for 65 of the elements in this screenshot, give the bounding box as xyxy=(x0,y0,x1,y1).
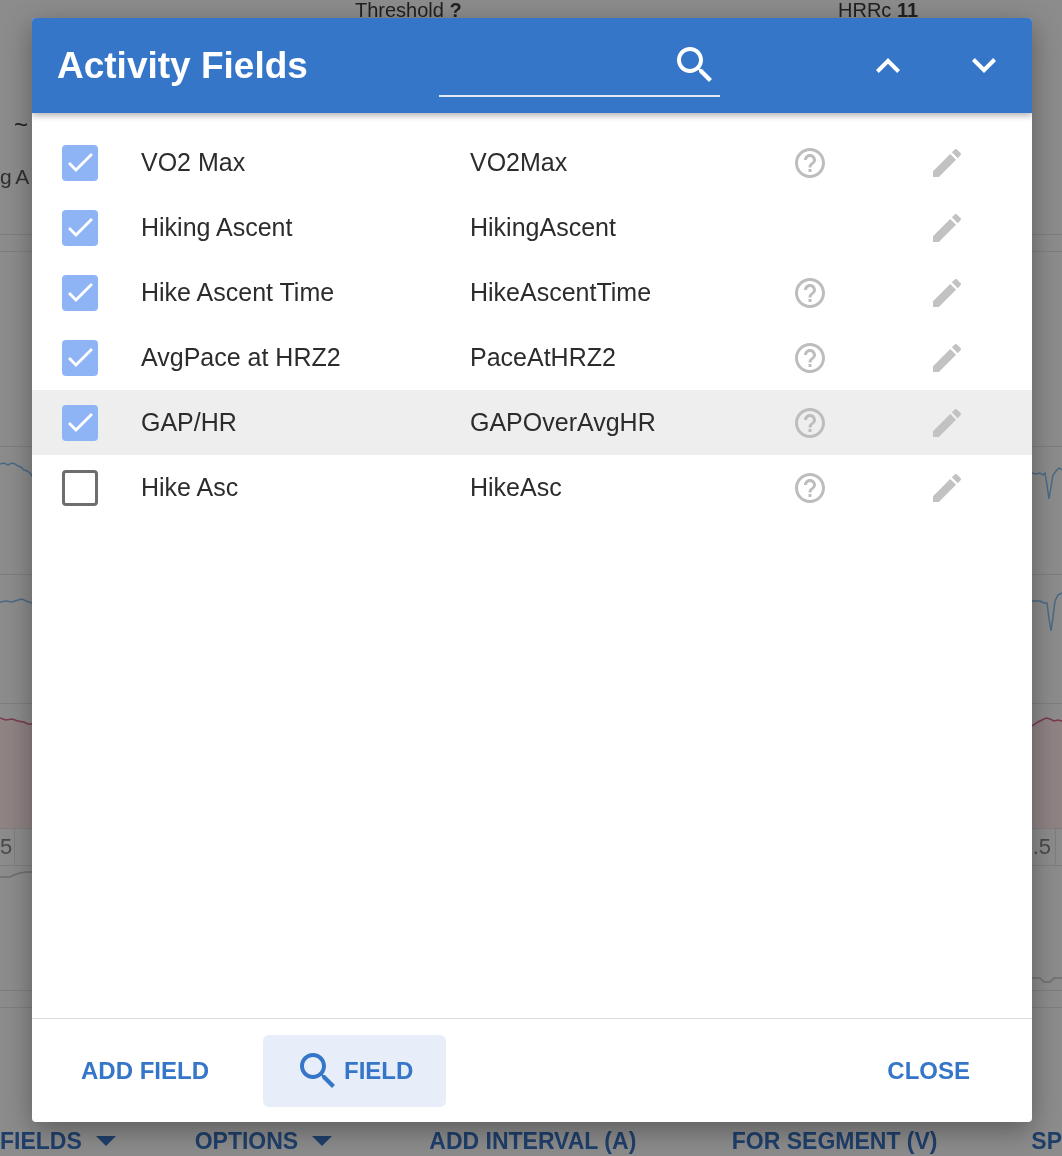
field-row[interactable]: GAP/HR GAPOverAvgHR xyxy=(32,390,1032,455)
help-icon[interactable] xyxy=(795,407,825,438)
field-name: GAP/HR xyxy=(141,408,237,436)
page-text: g A xyxy=(0,164,29,190)
chart-line xyxy=(0,461,32,477)
toolbar-button[interactable]: SP xyxy=(1031,1126,1062,1155)
search-icon xyxy=(300,1053,335,1088)
search-icon xyxy=(677,47,712,82)
chart-line xyxy=(1032,976,1062,984)
toolbar-button[interactable]: ADD INTERVAL (A) xyxy=(429,1126,637,1155)
pencil-icon[interactable] xyxy=(933,278,961,307)
toolbar-button[interactable]: OPTIONS xyxy=(194,1126,333,1155)
dialog-button[interactable]: ADD FIELD xyxy=(64,1034,226,1107)
field-code: HikingAscent xyxy=(470,213,616,241)
checkmark-icon xyxy=(67,413,93,432)
checkbox[interactable] xyxy=(62,469,98,506)
axis-label: .5 xyxy=(1032,834,1051,860)
field-code: GAPOverAvgHR xyxy=(470,408,656,436)
field-name: Hike Asc xyxy=(141,473,239,501)
field-name: AvgPace at HRZ2 xyxy=(141,343,341,371)
field-code: HikeAsc xyxy=(470,473,562,501)
help-icon[interactable] xyxy=(795,472,825,503)
field-name: VO2 Max xyxy=(141,148,246,176)
page-text: ~ xyxy=(14,110,28,140)
chevron-up-icon xyxy=(876,58,900,73)
field-row[interactable]: Hike Ascent Time HikeAscentTime xyxy=(32,260,1032,325)
field-row[interactable]: VO2 Max VO2Max xyxy=(32,130,1032,195)
field-name: Hiking Ascent xyxy=(141,213,293,241)
field-code: PaceAtHRZ2 xyxy=(470,343,616,371)
chart-line xyxy=(0,597,32,605)
chart-line xyxy=(1032,589,1062,633)
field-row[interactable]: Hiking Ascent HikingAscent xyxy=(32,195,1032,260)
checkbox[interactable] xyxy=(62,404,98,441)
help-icon[interactable] xyxy=(795,147,825,178)
field-code: HikeAscentTime xyxy=(470,278,652,306)
chart-line xyxy=(1032,465,1062,501)
field-row[interactable]: Hike Asc HikeAsc xyxy=(32,455,1032,520)
checkbox[interactable] xyxy=(62,209,98,246)
field-name: Hike Ascent Time xyxy=(141,278,335,306)
toolbar-button[interactable]: FOR SEGMENT (V) xyxy=(731,1126,938,1155)
axis-label: 5 xyxy=(0,834,13,860)
stat-text: Threshold ? xyxy=(355,0,462,21)
field-row[interactable]: AvgPace at HRZ2 PaceAtHRZ2 xyxy=(32,325,1032,390)
stat-text: HRRc 11 xyxy=(838,0,919,21)
checkbox[interactable] xyxy=(62,339,98,376)
search-field-button[interactable]: FIELD xyxy=(263,1034,447,1107)
toolbar-button[interactable]: FIELDS xyxy=(0,1126,116,1155)
chart-line xyxy=(0,870,32,878)
checkbox[interactable] xyxy=(62,274,98,311)
checkmark-icon xyxy=(67,153,93,172)
field-code: VO2Max xyxy=(470,148,568,176)
dialog-button[interactable]: CLOSE xyxy=(870,1034,987,1107)
pencil-icon[interactable] xyxy=(933,408,961,437)
dialog-title: Activity Fields xyxy=(57,44,308,86)
help-icon[interactable] xyxy=(795,277,825,308)
checkmark-icon xyxy=(67,218,93,237)
help-icon[interactable] xyxy=(795,342,825,373)
pencil-icon[interactable] xyxy=(933,148,961,177)
pencil-icon[interactable] xyxy=(933,473,961,502)
checkmark-icon xyxy=(67,348,93,367)
checkmark-icon xyxy=(67,283,93,302)
pencil-icon[interactable] xyxy=(933,213,961,242)
checkbox[interactable] xyxy=(62,144,98,181)
pencil-icon[interactable] xyxy=(933,343,961,372)
chevron-down-icon xyxy=(972,58,996,73)
